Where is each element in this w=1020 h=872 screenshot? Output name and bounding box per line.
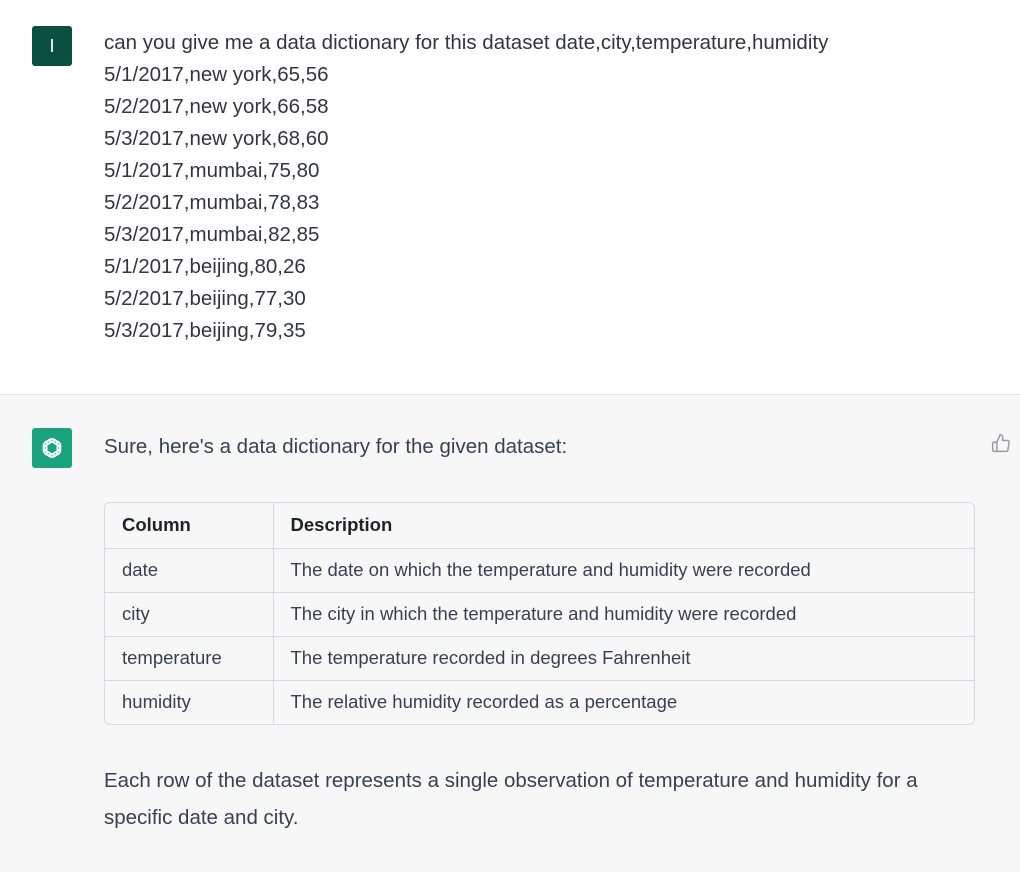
data-dictionary-table: Column Description date The date on whic… <box>104 502 975 725</box>
table-row: city The city in which the temperature a… <box>105 592 974 637</box>
assistant-avatar <box>32 428 72 468</box>
table-header-row: Column Description <box>105 503 974 549</box>
table-row: temperature The temperature recorded in … <box>105 636 974 681</box>
assistant-outro-text: Each row of the dataset represents a sin… <box>104 769 918 829</box>
thumbs-up-button[interactable] <box>990 432 1012 454</box>
column-header-column: Column <box>105 503 274 549</box>
table-cell-column: humidity <box>105 680 274 724</box>
table-cell-column: city <box>105 592 274 637</box>
assistant-intro-text: Sure, here's a data dictionary for the g… <box>104 435 568 458</box>
assistant-message-block: Sure, here's a data dictionary for the g… <box>0 395 1020 872</box>
user-message-block: I can you give me a data dictionary for … <box>0 0 1020 395</box>
table-cell-description: The date on which the temperature and hu… <box>273 548 974 593</box>
user-message-text: can you give me a data dictionary for th… <box>104 31 829 342</box>
table-cell-column: date <box>105 548 274 593</box>
table-cell-column: temperature <box>105 636 274 681</box>
table-cell-description: The city in which the temperature and hu… <box>273 592 974 637</box>
openai-logo-icon <box>42 438 62 458</box>
table-row: date The date on which the temperature a… <box>105 548 974 593</box>
user-avatar: I <box>32 26 72 66</box>
table-cell-description: The relative humidity recorded as a perc… <box>290 691 678 713</box>
table-row: humidity The relative humidity recorded … <box>105 680 974 724</box>
thumbs-up-icon <box>991 433 1010 453</box>
table-cell-description: The temperature recorded in degrees Fahr… <box>273 636 974 681</box>
column-header-description: Description <box>273 503 974 549</box>
